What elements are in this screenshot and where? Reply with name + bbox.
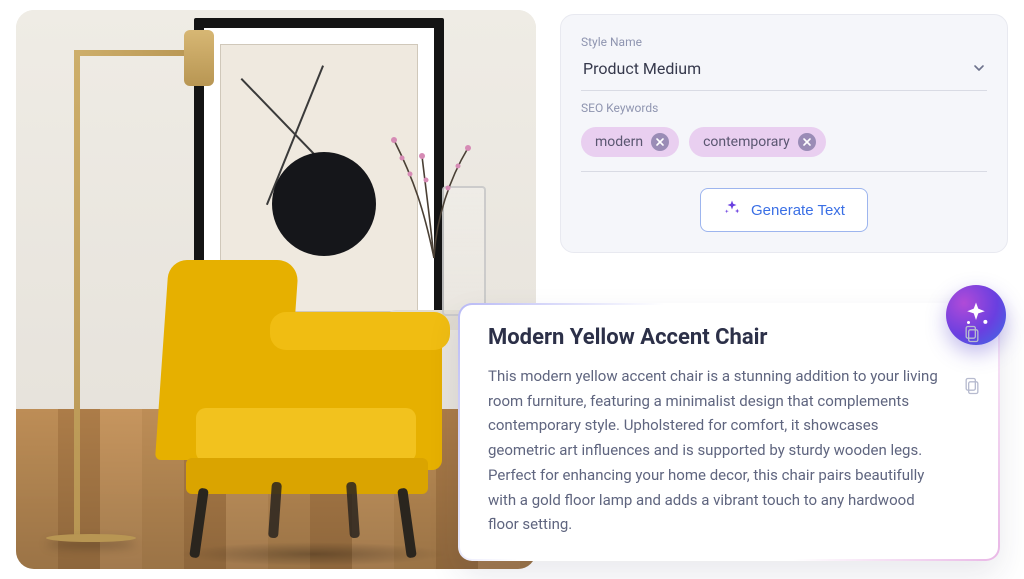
app-stage: Style Name Product Medium SEO Keywords m… [0, 0, 1024, 579]
sparkle-icon [723, 199, 741, 221]
chip-remove-button[interactable] [798, 133, 816, 151]
generated-output-card: Modern Yellow Accent Chair This modern y… [458, 303, 1000, 561]
copy-title-button[interactable] [962, 323, 982, 349]
floor-lamp-pole [74, 50, 80, 540]
yellow-accent-chair [152, 260, 452, 540]
keyword-chip[interactable]: modern [581, 127, 679, 157]
style-name-label: Style Name [581, 35, 987, 49]
seo-keywords-chips: modern contemporary [581, 121, 987, 172]
controls-panel: Style Name Product Medium SEO Keywords m… [560, 14, 1008, 253]
chip-remove-button[interactable] [651, 133, 669, 151]
floor-lamp-head [184, 30, 214, 86]
floor-lamp-base [46, 534, 136, 542]
generate-text-button[interactable]: Generate Text [700, 188, 868, 232]
output-body: This modern yellow accent chair is a stu… [488, 364, 944, 537]
seo-keywords-label: SEO Keywords [581, 101, 987, 115]
keyword-chip-label: contemporary [703, 134, 790, 150]
keyword-chip-label: modern [595, 134, 643, 150]
copy-body-button[interactable] [962, 375, 982, 401]
floor-lamp-arm [76, 50, 196, 56]
generate-text-label: Generate Text [751, 202, 845, 219]
style-name-select[interactable]: Product Medium [581, 55, 987, 91]
style-name-value: Product Medium [583, 59, 701, 78]
keyword-chip[interactable]: contemporary [689, 127, 826, 157]
output-title: Modern Yellow Accent Chair [488, 325, 944, 350]
chevron-down-icon [973, 59, 985, 78]
